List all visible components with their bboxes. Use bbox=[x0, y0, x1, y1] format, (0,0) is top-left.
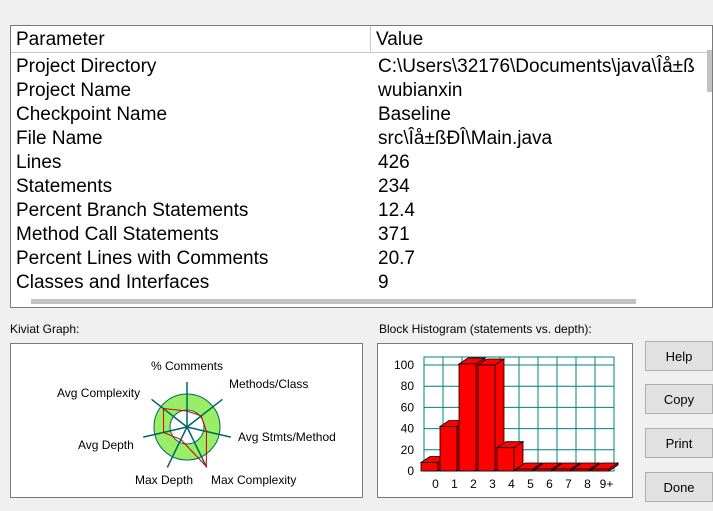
histogram-x-tick-label: 6 bbox=[546, 477, 553, 491]
histogram-label: Block Histogram (statements vs. depth): bbox=[379, 322, 592, 336]
kiviat-axis-label: Max Depth bbox=[135, 473, 193, 487]
block-histogram: 020406080100 0 1 2 3 4 5 6 7 8 9+ bbox=[394, 356, 620, 491]
value-cell: 426 bbox=[378, 152, 410, 173]
metrics-table[interactable]: Parameter Value Project Directory C:\User… bbox=[10, 25, 713, 308]
table-row[interactable]: Classes and Interfaces 9 bbox=[11, 270, 712, 294]
histogram-y-tick-label: 40 bbox=[401, 422, 415, 436]
parameter-cell: Classes and Interfaces bbox=[16, 272, 210, 293]
vertical-scrollbar[interactable] bbox=[707, 50, 712, 92]
table-row[interactable]: Statements 234 bbox=[11, 174, 712, 198]
histogram-y-tick-label: 60 bbox=[401, 400, 415, 414]
horizontal-scrollbar[interactable] bbox=[31, 299, 636, 304]
histogram-x-tick-label: 5 bbox=[527, 477, 534, 491]
table-row[interactable]: Lines 426 bbox=[11, 150, 712, 174]
parameter-cell: Method Call Statements bbox=[16, 224, 219, 245]
kiviat-graph-panel: % Comments Methods/Class Avg Stmts/Metho… bbox=[10, 343, 363, 498]
parameter-cell: Statements bbox=[16, 176, 113, 197]
table-row[interactable]: Method Call Statements 371 bbox=[11, 222, 712, 246]
histogram-y-tick-label: 20 bbox=[401, 443, 415, 457]
histogram-y-tick-label: 0 bbox=[407, 464, 414, 478]
done-button[interactable]: Done bbox=[645, 472, 713, 502]
histogram-x-tick-label: 0 bbox=[432, 477, 439, 491]
histogram-x-tick-label: 8 bbox=[584, 477, 591, 491]
parameter-cell: Percent Lines with Comments bbox=[16, 248, 269, 269]
table-header: Parameter Value bbox=[11, 26, 712, 53]
parameter-cell: Project Name bbox=[16, 80, 132, 101]
value-cell: C:\Users\32176\Documents\java\Îå±ß bbox=[378, 56, 695, 77]
copy-button[interactable]: Copy bbox=[645, 384, 713, 414]
table-row[interactable]: Percent Branch Statements 12.4 bbox=[11, 198, 712, 222]
table-row[interactable]: Project Name wubianxin bbox=[11, 78, 712, 102]
parameter-cell: Project Directory bbox=[16, 56, 157, 77]
kiviat-axis-label: Avg Complexity bbox=[57, 386, 140, 400]
histogram-x-tick-label: 4 bbox=[508, 477, 515, 491]
value-cell: wubianxin bbox=[378, 80, 463, 101]
value-cell: 234 bbox=[378, 176, 410, 197]
kiviat-graph-label: Kiviat Graph: bbox=[10, 322, 80, 336]
value-cell: Baseline bbox=[378, 104, 451, 125]
kiviat-axis-label: Methods/Class bbox=[229, 377, 308, 391]
histogram-x-tick-label: 9+ bbox=[600, 477, 614, 491]
column-header-value[interactable]: Value bbox=[371, 26, 712, 52]
value-cell: 371 bbox=[378, 224, 410, 245]
column-header-parameter[interactable]: Parameter bbox=[11, 26, 371, 52]
histogram-x-tick-label: 3 bbox=[489, 477, 496, 491]
kiviat-axis-label: Avg Stmts/Method bbox=[238, 430, 336, 444]
table-body: Project Directory C:\Users\32176\Document… bbox=[11, 54, 712, 294]
table-row[interactable]: Percent Lines with Comments 20.7 bbox=[11, 246, 712, 270]
value-cell: src\Îå±ßÐÎ\Main.java bbox=[378, 128, 553, 149]
kiviat-axis-label: Max Complexity bbox=[211, 473, 296, 487]
histogram-x-tick-label: 2 bbox=[470, 477, 477, 491]
value-cell: 12.4 bbox=[378, 200, 415, 221]
print-button[interactable]: Print bbox=[645, 428, 713, 458]
parameter-cell: File Name bbox=[16, 128, 103, 149]
histogram-panel: 0 20 40 60 80 100 0 1 2 3 4 5 6 7 8 9+ bbox=[377, 343, 633, 498]
help-button[interactable]: Help bbox=[645, 341, 713, 371]
histogram-y-tick-label: 100 bbox=[394, 358, 414, 372]
value-cell: 20.7 bbox=[378, 248, 415, 269]
histogram-x-tick-label: 7 bbox=[565, 477, 572, 491]
histogram-x-tick-label: 1 bbox=[451, 477, 458, 491]
kiviat-axis-label: % Comments bbox=[151, 359, 223, 373]
parameter-cell: Checkpoint Name bbox=[16, 104, 168, 125]
table-row[interactable]: Checkpoint Name Baseline bbox=[11, 102, 712, 126]
histogram-y-tick-label: 80 bbox=[401, 379, 415, 393]
kiviat-axis-label: Avg Depth bbox=[78, 438, 134, 452]
table-row[interactable]: File Name src\Îå±ßÐÎ\Main.java bbox=[11, 126, 712, 150]
table-row[interactable]: Project Directory C:\Users\32176\Document… bbox=[11, 54, 712, 78]
kiviat-graph: % Comments Methods/Class Avg Stmts/Metho… bbox=[57, 359, 336, 487]
parameter-cell: Percent Branch Statements bbox=[16, 200, 249, 221]
parameter-cell: Lines bbox=[16, 152, 62, 173]
value-cell: 9 bbox=[378, 272, 389, 293]
